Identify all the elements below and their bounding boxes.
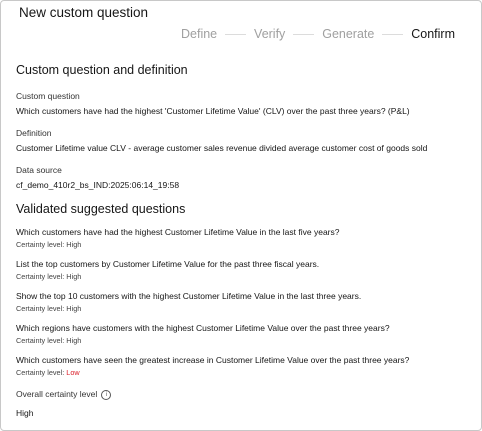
suggested-question-text: Which customers have seen the greatest i… xyxy=(16,355,410,365)
suggested-question-text: List the top customers by Customer Lifet… xyxy=(16,259,320,269)
suggested-question-item: List the top customers by Customer Lifet… xyxy=(16,259,471,281)
suggested-question-item: Which customers have seen the greatest i… xyxy=(16,355,471,377)
certainty-level: Certainty level: High xyxy=(16,240,471,249)
certainty-value: High xyxy=(66,272,82,281)
suggested-question-text: Show the top 10 customers with the highe… xyxy=(16,291,362,301)
step-connector xyxy=(225,33,247,35)
definition-section-title: Custom question and definition xyxy=(16,63,188,77)
dialog-title: New custom question xyxy=(19,5,149,20)
custom-question-value: Which customers have had the highest 'Cu… xyxy=(16,106,410,116)
suggested-question-text: Which regions have customers with the hi… xyxy=(16,323,390,333)
custom-question-label: Custom question xyxy=(16,91,80,101)
certainty-prefix: Certainty level: xyxy=(16,368,67,377)
overall-certainty-value: High xyxy=(16,408,34,418)
overall-certainty-label: Overall certainty level i xyxy=(16,389,471,400)
certainty-prefix: Certainty level: xyxy=(16,240,67,249)
step-connector xyxy=(382,33,404,35)
info-icon[interactable]: i xyxy=(101,390,112,400)
certainty-prefix: Certainty level: xyxy=(16,272,67,281)
suggested-question-text: Which customers have had the highest Cus… xyxy=(16,227,340,237)
suggested-question-item: Show the top 10 customers with the highe… xyxy=(16,291,471,313)
overall-certainty-text: Overall certainty level xyxy=(16,389,98,399)
data-source-label: Data source xyxy=(16,165,62,175)
certainty-level: Certainty level: High xyxy=(16,304,471,313)
certainty-level: Certainty level: High xyxy=(16,272,471,281)
certainty-value: High xyxy=(66,240,82,249)
suggested-question-item: Which regions have customers with the hi… xyxy=(16,323,471,345)
certainty-prefix: Certainty level: xyxy=(16,304,67,313)
suggested-question-item: Which customers have had the highest Cus… xyxy=(16,227,471,249)
dialog-content: Custom question and definition Custom qu… xyxy=(16,63,471,418)
certainty-value: High xyxy=(66,304,82,313)
certainty-level: Certainty level: Low xyxy=(16,368,471,377)
new-custom-question-dialog: New custom question Define Verify Genera… xyxy=(0,0,482,431)
certainty-value: High xyxy=(66,336,82,345)
certainty-value-low: Low xyxy=(66,368,80,377)
step-verify[interactable]: Verify xyxy=(254,27,285,41)
step-define[interactable]: Define xyxy=(181,27,217,41)
certainty-prefix: Certainty level: xyxy=(16,336,67,345)
definition-value: Customer Lifetime value CLV - average cu… xyxy=(16,143,428,153)
suggested-question-list: Which customers have had the highest Cus… xyxy=(16,227,471,377)
progress-steps: Define Verify Generate Confirm xyxy=(181,27,455,41)
step-generate[interactable]: Generate xyxy=(322,27,374,41)
step-confirm[interactable]: Confirm xyxy=(411,27,455,41)
validated-section-title: Validated suggested questions xyxy=(16,202,186,216)
certainty-level: Certainty level: High xyxy=(16,336,471,345)
data-source-value: cf_demo_410r2_bs_IND:2025:06:14_19:58 xyxy=(16,180,180,190)
definition-label: Definition xyxy=(16,128,52,138)
step-connector xyxy=(293,33,315,35)
